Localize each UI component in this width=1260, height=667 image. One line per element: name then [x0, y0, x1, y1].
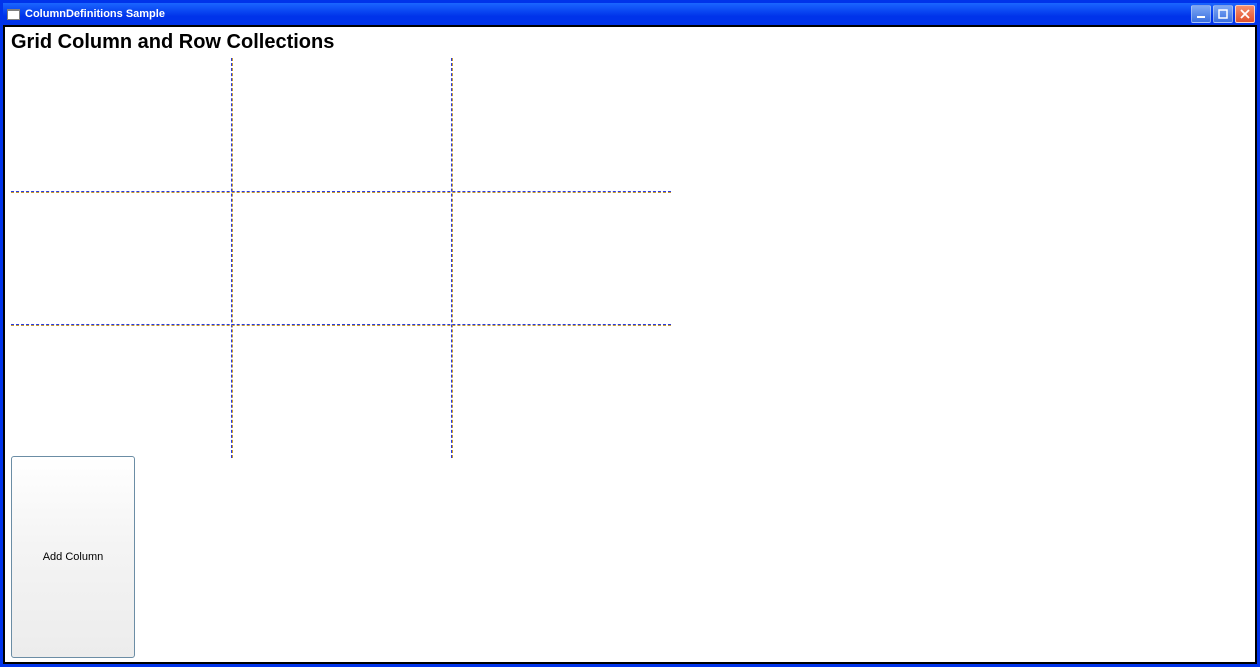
window-title: ColumnDefinitions Sample [25, 8, 165, 20]
grid-row-line-accent [11, 325, 671, 326]
titlebar[interactable]: ColumnDefinitions Sample [3, 3, 1257, 25]
minimize-icon [1196, 9, 1206, 19]
grid-column-line-accent [452, 58, 453, 458]
app-icon [7, 9, 20, 20]
grid-column-line-accent [232, 58, 233, 458]
titlebar-left: ColumnDefinitions Sample [7, 8, 165, 20]
page-heading: Grid Column and Row Collections [5, 27, 1255, 56]
close-button[interactable] [1235, 5, 1255, 23]
add-column-button-label: Add Column [43, 551, 104, 563]
button-panel: Add Column [11, 456, 135, 658]
app-window: ColumnDefinitions Sample Grid Column and… [0, 0, 1260, 667]
add-column-button[interactable]: Add Column [11, 456, 135, 658]
client-area: Grid Column and Row Collections Add Colu… [3, 25, 1257, 664]
grid-row-line-accent [11, 192, 671, 193]
close-icon [1240, 9, 1250, 19]
minimize-button[interactable] [1191, 5, 1211, 23]
maximize-icon [1218, 9, 1228, 19]
grid-preview [11, 58, 671, 458]
window-controls [1191, 5, 1255, 23]
maximize-button[interactable] [1213, 5, 1233, 23]
